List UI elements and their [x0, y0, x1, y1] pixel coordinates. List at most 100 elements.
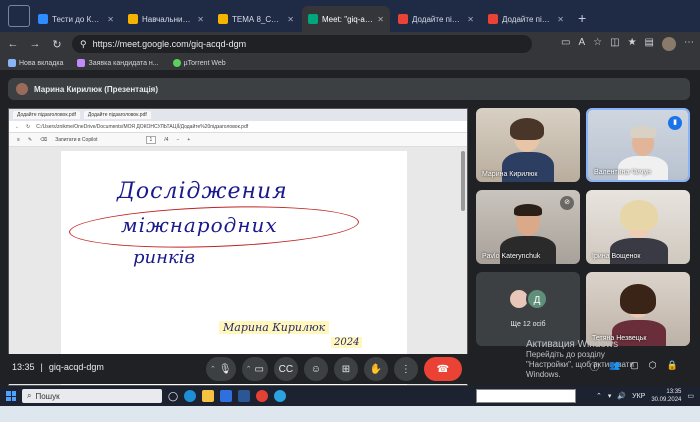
captions-icon: CC: [278, 363, 294, 375]
network-icon[interactable]: ▾: [608, 392, 612, 400]
captions-button[interactable]: CC: [273, 357, 298, 381]
browser-tab-strip: Тести до КР 2 Упр про✕ Навчальний_посібн…: [0, 0, 700, 32]
tab-active[interactable]: Meet: "giq-acqd-✕: [302, 6, 390, 32]
bookmark-item[interactable]: µTorrent Web: [172, 59, 226, 67]
meeting-time: 13:35: [12, 362, 35, 372]
present-icon: ⊞: [341, 363, 351, 375]
tab[interactable]: Додайте підзаголовок ✕: [392, 6, 480, 32]
new-tab-icon[interactable]: +: [578, 10, 586, 26]
shared-tab: Додайте підзаголовок.pdf: [83, 111, 151, 119]
present-button[interactable]: ⊞: [333, 357, 358, 381]
edge-taskbar-icon[interactable]: [184, 390, 197, 402]
favorite-icon[interactable]: ☆: [593, 37, 602, 51]
people-icon[interactable]: 👥: [609, 360, 620, 373]
taskbar-clock[interactable]: 13:35 30.09.2024: [651, 388, 681, 404]
zoom-in-icon: +: [187, 136, 191, 143]
pdf-toolbar: ≡ ✎ ⌫ Запитати в Copilot 1 /4 − +: [9, 133, 467, 147]
read-aloud-icon[interactable]: A: [578, 37, 585, 51]
telegram-taskbar-icon[interactable]: [274, 390, 287, 402]
raise-hand-button[interactable]: ✋: [363, 357, 388, 381]
notifications-icon[interactable]: ▭: [687, 392, 694, 400]
pdf-viewport: Досліджения міжнародних ринків Марина Ки…: [9, 147, 467, 385]
close-icon[interactable]: ✕: [557, 15, 564, 24]
word-taskbar-icon[interactable]: [238, 390, 251, 402]
tab[interactable]: Додайте підзаголовок ✕: [482, 6, 570, 32]
store-taskbar-icon[interactable]: [220, 390, 233, 402]
tab[interactable]: ТЕМА 8_СТРУКТУРИЗАЦ ✕: [212, 6, 300, 32]
bookmark-item[interactable]: Заявка кандидата н...: [77, 59, 159, 67]
mic-button[interactable]: ⌃ 🎙: [206, 357, 236, 381]
host-controls-icon[interactable]: 🔒: [667, 360, 678, 373]
task-view-icon[interactable]: ◯: [168, 391, 178, 402]
chevron-up-icon[interactable]: ⌃: [596, 392, 602, 400]
participant-name: Валентина Чичун: [594, 169, 651, 176]
url-text: https://meet.google.com/giq-acqd-dgm: [92, 39, 247, 49]
cast-icon[interactable]: ▭: [561, 37, 570, 51]
tab-label: Додайте підзаголовок: [412, 14, 463, 24]
close-icon[interactable]: ✕: [377, 15, 384, 24]
search-placeholder: Пошук: [35, 391, 60, 401]
shared-screen: Додайте підзаголовок.pdf Додайте підзаго…: [8, 108, 468, 386]
explorer-taskbar-icon[interactable]: [202, 390, 215, 402]
activities-icon[interactable]: ⬡: [649, 360, 657, 373]
more-icon[interactable]: ⋯: [684, 37, 694, 51]
pdf-favicon-icon: [488, 14, 498, 24]
tab[interactable]: Навчальний_посібник ✕: [122, 6, 210, 32]
more-vert-icon: ⋮: [400, 363, 411, 375]
more-options-button[interactable]: ⋮: [393, 357, 418, 381]
page-number: 1: [145, 135, 157, 144]
chrome-taskbar-icon[interactable]: [256, 390, 269, 402]
emoji-button[interactable]: ☺: [303, 357, 328, 381]
participant-hair: [630, 126, 656, 138]
collections-icon[interactable]: ▤: [645, 37, 654, 51]
more-participants-tile[interactable]: Д Ще 12 осіб: [476, 272, 580, 346]
split-screen-icon[interactable]: ◫: [610, 37, 619, 51]
url-input[interactable]: ⚲ https://meet.google.com/giq-acqd-dgm: [72, 35, 532, 53]
favorites-icon[interactable]: ★: [628, 37, 637, 51]
activation-title: Активация Windows: [526, 339, 619, 350]
clock-time: 13:35: [666, 389, 682, 395]
clock-date: 30.09.2024: [651, 397, 682, 403]
participant-tile[interactable]: ▮ Валентина Чичун: [586, 108, 690, 182]
windows-start-icon[interactable]: [6, 391, 16, 401]
language-indicator[interactable]: УКР: [632, 393, 645, 400]
pdf-page: Досліджения міжнародних ринків Марина Ки…: [61, 151, 407, 385]
close-icon[interactable]: ✕: [287, 15, 294, 24]
chevron-up-icon: ⌃: [245, 366, 252, 373]
forward-icon[interactable]: →: [28, 38, 42, 50]
tab-label: Додайте підзаголовок: [502, 14, 553, 24]
info-icon[interactable]: ⓘ: [590, 360, 599, 373]
back-icon[interactable]: ←: [6, 38, 20, 50]
bookmark-item[interactable]: Нова вкладка: [8, 59, 63, 67]
tab-actions-icon[interactable]: [8, 5, 30, 27]
participant-tile[interactable]: Марина Кирилюк: [476, 108, 580, 182]
system-tray: ⌃ ▾ 🔊 УКР 13:35 30.09.2024 ▭: [596, 388, 694, 404]
windows-taskbar: ⌕ Пошук ◯ ⌃ ▾ 🔊 УКР 13:35 30.09.2024 ▭: [0, 386, 700, 406]
shared-tab: Додайте підзаголовок.pdf: [13, 111, 80, 119]
page-total: /4: [164, 136, 169, 143]
scrollbar: [461, 151, 465, 211]
search-icon: ⌕: [27, 391, 32, 400]
participant-tile[interactable]: ⊘ Pavlo Kateryn­chuk: [476, 190, 580, 264]
participant-tile[interactable]: Тетяна Незвецьк: [586, 272, 690, 346]
leave-call-button[interactable]: ☎: [423, 357, 462, 381]
avatar[interactable]: [662, 37, 676, 51]
close-icon[interactable]: ✕: [107, 15, 114, 24]
chevron-up-icon: ⌃: [210, 366, 216, 373]
close-icon[interactable]: ✕: [197, 15, 204, 24]
camera-icon: ▭: [254, 363, 264, 375]
site-info-icon[interactable]: ⚲: [80, 39, 87, 50]
tab-favicon-icon: [128, 14, 138, 24]
tab-label: ТЕМА 8_СТРУКТУРИЗАЦ: [232, 14, 283, 24]
close-icon[interactable]: ✕: [467, 15, 474, 24]
camera-button[interactable]: ⌃ ▭: [241, 357, 268, 381]
participant-tile[interactable]: Ірина Вощенок: [586, 190, 690, 264]
meet-side-controls: ⓘ 👥 ▢ ⬡ 🔒: [590, 360, 678, 373]
participant-name: Pavlo Kateryn­chuk: [482, 253, 541, 260]
page-icon: [8, 59, 16, 67]
tab[interactable]: Тести до КР 2 Упр про✕: [32, 6, 120, 32]
chat-icon[interactable]: ▢: [630, 360, 639, 373]
volume-icon[interactable]: 🔊: [617, 392, 626, 400]
reload-icon[interactable]: ↻: [50, 38, 64, 51]
taskbar-search-input[interactable]: ⌕ Пошук: [22, 389, 162, 403]
